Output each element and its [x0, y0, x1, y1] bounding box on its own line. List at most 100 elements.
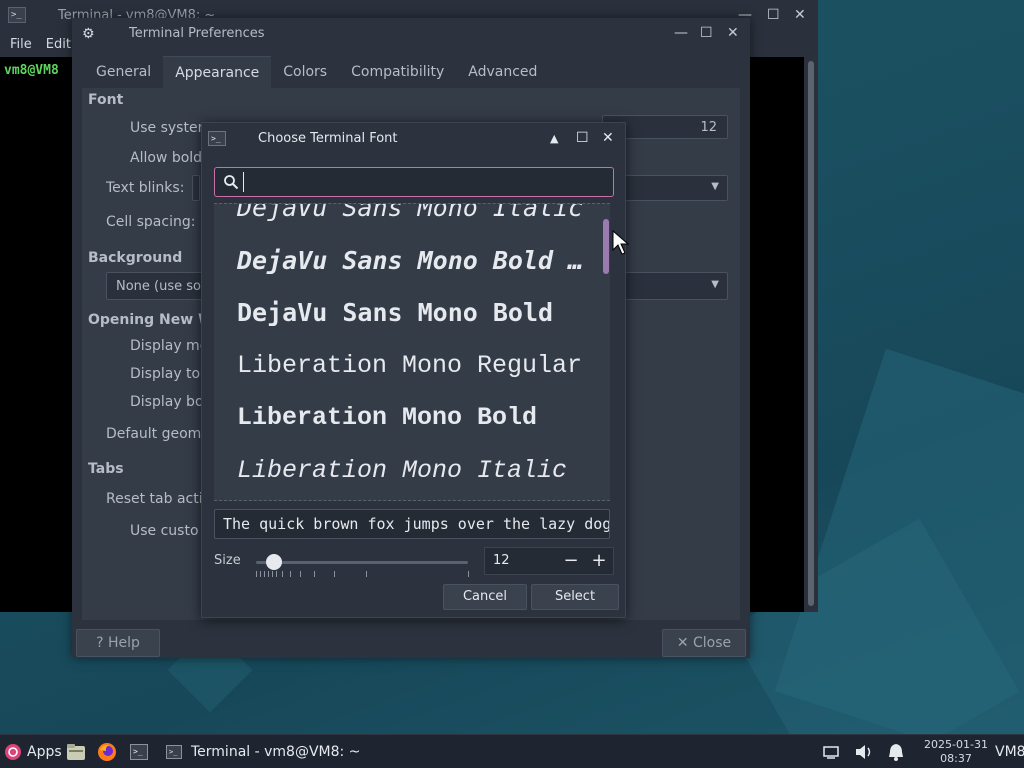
file-manager-icon: [67, 744, 85, 760]
size-slider[interactable]: [254, 551, 470, 579]
slider-tick: [468, 571, 469, 577]
chevron-down-icon: ▼: [711, 279, 719, 290]
menu-file[interactable]: File: [10, 37, 32, 52]
slider-tick: [256, 571, 257, 577]
cancel-button[interactable]: Cancel: [443, 584, 527, 610]
volume-icon: [856, 745, 871, 759]
text-blinks-label: Text blinks:: [106, 180, 185, 196]
use-custom-checkbox[interactable]: Use custo: [130, 523, 199, 539]
terminal-icon: >_: [130, 744, 148, 760]
default-geometry-label: Default geome: [106, 426, 210, 442]
network-icon: [823, 746, 839, 759]
font-list-scrollbar[interactable]: [602, 219, 610, 279]
slider-tick: [334, 571, 335, 577]
tab-general[interactable]: General: [84, 56, 163, 88]
font-search-input[interactable]: [243, 172, 603, 192]
maximize-icon[interactable]: ☐: [576, 130, 589, 146]
menu-edit[interactable]: Edit: [46, 37, 71, 52]
size-label: Size: [214, 553, 241, 568]
section-tabs: Tabs: [88, 461, 124, 477]
taskbar-terminal-task[interactable]: >_ Terminal - vm8@VM8: ~: [166, 735, 360, 768]
minimize-icon[interactable]: —: [674, 25, 688, 41]
task-label: Terminal - vm8@VM8: ~: [191, 744, 361, 760]
slider-tick: [300, 571, 301, 577]
use-system-font-checkbox[interactable]: Use system: [130, 120, 211, 136]
text-blinks-select[interactable]: [192, 175, 200, 201]
file-manager-launcher[interactable]: [66, 735, 86, 768]
slider-tick: [276, 571, 277, 577]
tab-appearance[interactable]: Appearance: [163, 56, 272, 88]
font-size-value: 12: [700, 120, 717, 135]
font-list-item[interactable]: Liberation Mono Italic: [214, 445, 610, 498]
slider-track[interactable]: [256, 561, 468, 564]
chevron-down-icon: ▼: [711, 181, 719, 192]
tab-colors[interactable]: Colors: [271, 56, 339, 88]
gear-icon: ⚙: [82, 26, 95, 42]
allow-bold-checkbox[interactable]: Allow bold: [130, 150, 202, 166]
display-borders-checkbox[interactable]: Display bo: [130, 394, 204, 410]
preferences-button-bar: ? Help ✕ Close: [72, 624, 750, 658]
terminal-launcher[interactable]: >_: [130, 735, 148, 768]
preferences-titlebar[interactable]: ⚙ Terminal Preferences — ☐ ✕: [72, 18, 750, 50]
shell-prompt: vm8@VM8: [4, 63, 59, 78]
help-icon: ?: [96, 635, 104, 651]
font-list-item[interactable]: Liberation Mono Bold: [214, 392, 610, 445]
preferences-title: Terminal Preferences: [129, 26, 265, 41]
close-icon[interactable]: ✕: [602, 130, 614, 146]
tab-advanced[interactable]: Advanced: [456, 56, 549, 88]
clock[interactable]: 2025-01-31 08:37: [922, 738, 990, 766]
help-button[interactable]: ? Help: [76, 629, 160, 657]
help-label: Help: [107, 635, 140, 651]
terminal-app-icon: >_: [8, 7, 26, 23]
section-opening: Opening New W: [88, 312, 214, 328]
font-list-item[interactable]: DejaVu Sans Mono Bold: [214, 287, 610, 340]
close-icon: ✕: [676, 635, 689, 651]
apps-menu-button[interactable]: Apps: [4, 735, 62, 768]
slider-tick: [314, 571, 315, 577]
notifications-tray-button[interactable]: [886, 735, 906, 768]
mouse-cursor-icon: [612, 230, 630, 255]
firefox-icon: [98, 743, 116, 761]
font-list[interactable]: DejaVu Sans Mono Italic DejaVu Sans Mono …: [214, 203, 610, 501]
slider-tick: [272, 571, 273, 577]
maximize-icon[interactable]: ☐: [700, 25, 713, 41]
font-dialog-titlebar[interactable]: >_ Choose Terminal Font ▲ ☐ ✕: [202, 123, 625, 155]
scrollbar-thumb[interactable]: [808, 61, 814, 606]
section-font: Font: [88, 92, 124, 108]
font-list-item[interactable]: DejaVu Sans Mono Bold …: [214, 235, 610, 288]
bell-icon: [889, 744, 903, 761]
decrease-size-button[interactable]: −: [557, 549, 585, 573]
apps-label: Apps: [27, 744, 62, 760]
close-icon[interactable]: ✕: [727, 25, 739, 41]
volume-tray-button[interactable]: [854, 735, 874, 768]
firefox-launcher[interactable]: [97, 735, 117, 768]
size-spinbutton[interactable]: 12 − +: [484, 547, 614, 575]
font-preview-entry[interactable]: The quick brown fox jumps over the lazy …: [214, 509, 610, 539]
close-label: Close: [693, 635, 732, 651]
user-label: VM8: [995, 744, 1024, 760]
section-background: Background: [88, 250, 183, 266]
display-menubar-checkbox[interactable]: Display me: [130, 338, 208, 354]
select-button[interactable]: Select: [531, 584, 619, 610]
font-search-box[interactable]: [214, 167, 614, 197]
reset-tab-activity-checkbox[interactable]: Reset tab acti: [106, 491, 203, 507]
maximize-icon[interactable]: ☐: [767, 7, 780, 23]
taskbar: Apps >_ >_ Terminal - vm8@VM8: ~ 2025-01…: [0, 734, 1024, 768]
font-list-item[interactable]: DejaVu Sans Mono Italic: [214, 204, 610, 235]
close-button[interactable]: ✕ Close: [662, 629, 746, 657]
clock-time: 08:37: [940, 752, 972, 765]
font-list-item[interactable]: Liberation Mono Regular: [214, 340, 610, 393]
background-select-value: None (use so: [116, 279, 201, 294]
chevron-up-icon[interactable]: ▲: [550, 132, 558, 145]
user-menu[interactable]: VM8: [995, 735, 1024, 768]
terminal-scrollbar[interactable]: [804, 57, 818, 612]
increase-size-button[interactable]: +: [585, 549, 613, 573]
network-tray-button[interactable]: [822, 735, 840, 768]
close-icon[interactable]: ✕: [794, 7, 806, 23]
clock-date: 2025-01-31: [924, 738, 988, 751]
scrollbar-thumb[interactable]: [603, 219, 609, 274]
slider-knob[interactable]: [266, 554, 282, 570]
display-toolbar-checkbox[interactable]: Display too: [130, 366, 209, 382]
tab-compatibility[interactable]: Compatibility: [339, 56, 456, 88]
choose-font-dialog[interactable]: >_ Choose Terminal Font ▲ ☐ ✕ DejaVu San…: [201, 122, 626, 618]
